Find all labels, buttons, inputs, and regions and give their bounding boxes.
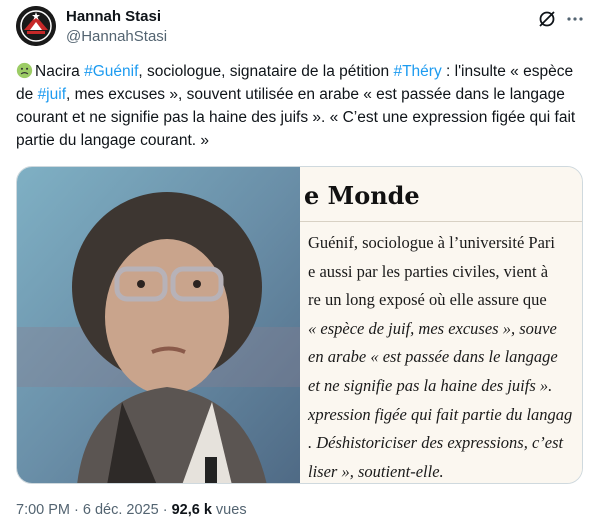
newspaper-masthead: e Monde bbox=[304, 181, 420, 210]
tweet-text-segment: , mes excuses », souvent utilisée en ara… bbox=[16, 86, 576, 149]
article-text-line: Guénif, sociologue à l’université Pari bbox=[308, 233, 555, 252]
article-text-line: en arabe « est passée dans le langage bbox=[308, 347, 558, 367]
tweet-text: Nacira #Guénif, sociologue, signataire d… bbox=[16, 60, 582, 152]
meta-separator: · bbox=[158, 502, 172, 518]
masthead-divider bbox=[300, 221, 582, 222]
tweet-header: Hannah Stasi @HannahStasi bbox=[16, 6, 583, 50]
hashtag-link[interactable]: #Théry bbox=[393, 63, 441, 80]
views-label: vues bbox=[211, 502, 247, 518]
article-text-line: xpression figée qui fait partie du langa… bbox=[308, 404, 573, 424]
newspaper-article: e Monde Guénif, sociologue à l’universit… bbox=[300, 167, 582, 483]
meta-separator: · bbox=[70, 502, 83, 518]
article-text-line: re un long exposé où elle assure que bbox=[308, 290, 547, 310]
article-text-line: et ne signifie pas la haine des juifs ». bbox=[308, 376, 553, 395]
tweet-date[interactable]: 6 déc. 2025 bbox=[83, 502, 159, 518]
article-text-line: . Déshistoriciser des expressions, c’est bbox=[308, 433, 564, 453]
tweet-metadata: 7:00 PM · 6 déc. 2025 · 92,6 k vues bbox=[16, 502, 247, 518]
more-options-icon[interactable] bbox=[564, 8, 586, 30]
tweet-time[interactable]: 7:00 PM bbox=[16, 502, 70, 518]
nauseated-face-emoji-icon bbox=[16, 62, 33, 79]
grok-icon[interactable] bbox=[536, 8, 558, 30]
views-count: 92,6 k bbox=[171, 502, 212, 518]
author-name[interactable]: Hannah Stasi bbox=[66, 8, 161, 25]
avatar-logo-icon bbox=[16, 6, 56, 46]
article-text-line: liser », soutient-elle. bbox=[308, 461, 444, 481]
tweet-text-segment: Nacira bbox=[35, 63, 85, 80]
author-handle[interactable]: @HannahStasi bbox=[66, 28, 167, 45]
tweet-media[interactable]: e Monde Guénif, sociologue à l’universit… bbox=[16, 166, 583, 484]
article-text-line: « espèce de juif, mes excuses », souve bbox=[308, 318, 557, 338]
article-text-line: e aussi par les parties civiles, vient à bbox=[308, 261, 549, 281]
hashtag-link[interactable]: #juif bbox=[38, 86, 66, 103]
avatar[interactable] bbox=[16, 6, 56, 46]
tweet-text-segment: , sociologue, signataire de la pétition bbox=[138, 63, 394, 80]
woman-portrait-photo bbox=[17, 167, 300, 483]
hashtag-link[interactable]: #Guénif bbox=[84, 63, 138, 80]
